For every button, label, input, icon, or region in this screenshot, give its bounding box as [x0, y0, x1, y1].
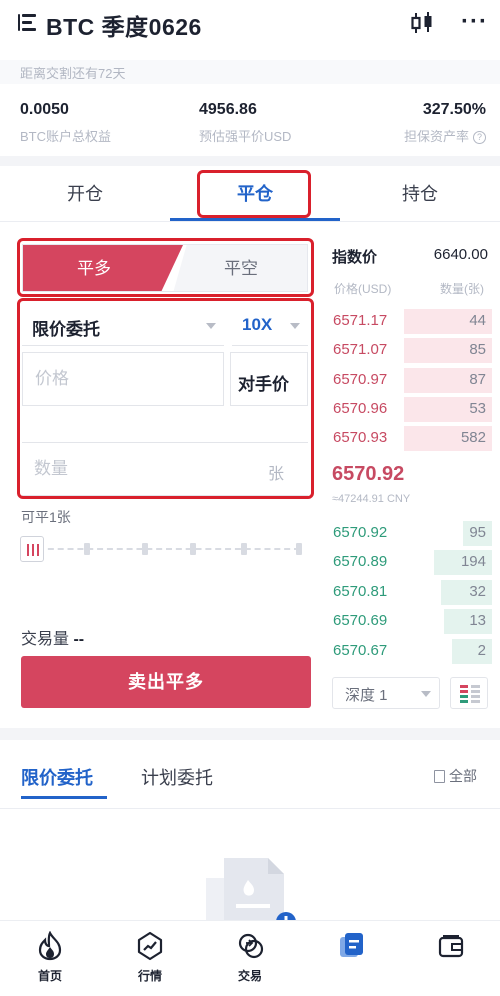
delivery-countdown: 距离交割还有72天: [0, 60, 500, 84]
nav-wallet[interactable]: [400, 921, 500, 996]
index-price-value: 6640.00: [433, 246, 488, 263]
tab-open[interactable]: 开仓: [0, 166, 170, 222]
bid-row[interactable]: 6570.92 95: [326, 519, 496, 547]
sell-close-long-button[interactable]: 卖出平多: [21, 656, 311, 708]
index-price-label: 指数价: [332, 249, 378, 266]
liquidation-price-label: 预估强平价USD: [199, 129, 292, 144]
available-to-close: 可平1张: [21, 509, 71, 525]
ask-row[interactable]: 6571.17 44: [326, 307, 496, 335]
bid-row[interactable]: 6570.69 13: [326, 607, 496, 635]
slider-tick[interactable]: [142, 543, 148, 555]
orders-tab-indicator: [21, 796, 107, 799]
page-title[interactable]: BTC 季度0626: [46, 8, 202, 42]
depth-select[interactable]: 深度 1: [332, 677, 440, 709]
nav-home[interactable]: 首页: [0, 921, 100, 996]
ask-row[interactable]: 6570.93 582: [326, 424, 496, 452]
bid-row[interactable]: 6570.89 194: [326, 548, 496, 576]
liquidation-price-value: 4956.86: [199, 101, 257, 118]
tab-plan-orders[interactable]: 计划委托: [141, 764, 213, 790]
slider-tick[interactable]: [241, 543, 247, 555]
account-equity-value: 0.0050: [20, 101, 69, 118]
section-divider: [0, 728, 500, 740]
all-orders-link[interactable]: 全部: [434, 766, 477, 786]
account-equity-label: BTC账户总权益: [20, 129, 112, 144]
ask-row[interactable]: 6570.97 87: [326, 366, 496, 394]
bid-row[interactable]: 6570.81 32: [326, 578, 496, 606]
book-layout-icon[interactable]: [450, 677, 488, 709]
slider-tick[interactable]: [190, 543, 196, 555]
orders-divider: [0, 808, 500, 809]
contract-icon: [340, 933, 363, 957]
slider-tick[interactable]: [296, 543, 302, 555]
margin-ratio-label[interactable]: 担保资产率?: [404, 126, 486, 145]
header: BTC 季度0626 ···: [0, 0, 500, 52]
margin-ratio-value: 327.50%: [422, 101, 486, 118]
highlight-box-side-toggle: [17, 238, 314, 297]
bid-row[interactable]: 6570.67 2: [326, 637, 496, 665]
more-icon[interactable]: ···: [461, 8, 488, 36]
last-price[interactable]: 6570.92: [332, 463, 404, 486]
nav-trade[interactable]: 交易: [200, 921, 300, 996]
nav-contract[interactable]: [300, 921, 400, 996]
amount-slider-track[interactable]: [38, 548, 300, 550]
tab-positions[interactable]: 持仓: [340, 166, 500, 222]
highlight-box-order-form: [17, 298, 314, 499]
tab-limit-orders[interactable]: 限价委托: [21, 764, 93, 790]
section-divider: [0, 156, 500, 166]
trade-volume: 交易量 --: [21, 631, 85, 648]
active-tab-indicator: [170, 218, 340, 221]
candlestick-chart-icon[interactable]: [409, 10, 435, 36]
market-icon: [137, 931, 163, 961]
wallet-icon: [438, 935, 464, 958]
document-icon: [434, 770, 445, 783]
menu-icon[interactable]: [18, 12, 38, 34]
ask-row[interactable]: 6570.96 53: [326, 395, 496, 423]
bottom-nav: 首页 行情 交易: [0, 920, 500, 996]
slider-tick[interactable]: [84, 543, 90, 555]
exchange-icon: [238, 933, 264, 959]
flame-icon: [38, 931, 62, 961]
highlight-box-close-tab: [197, 170, 311, 218]
slider-handle[interactable]: [20, 536, 44, 562]
last-price-cny: ≈47244.91 CNY: [332, 493, 411, 505]
help-icon[interactable]: ?: [473, 131, 486, 144]
col-price-header: 价格(USD): [334, 282, 392, 296]
ask-row[interactable]: 6571.07 85: [326, 336, 496, 364]
nav-market[interactable]: 行情: [100, 921, 200, 996]
col-qty-header: 数量(张): [440, 282, 484, 296]
depth-bar: [452, 639, 492, 664]
chevron-down-icon: [421, 691, 431, 697]
